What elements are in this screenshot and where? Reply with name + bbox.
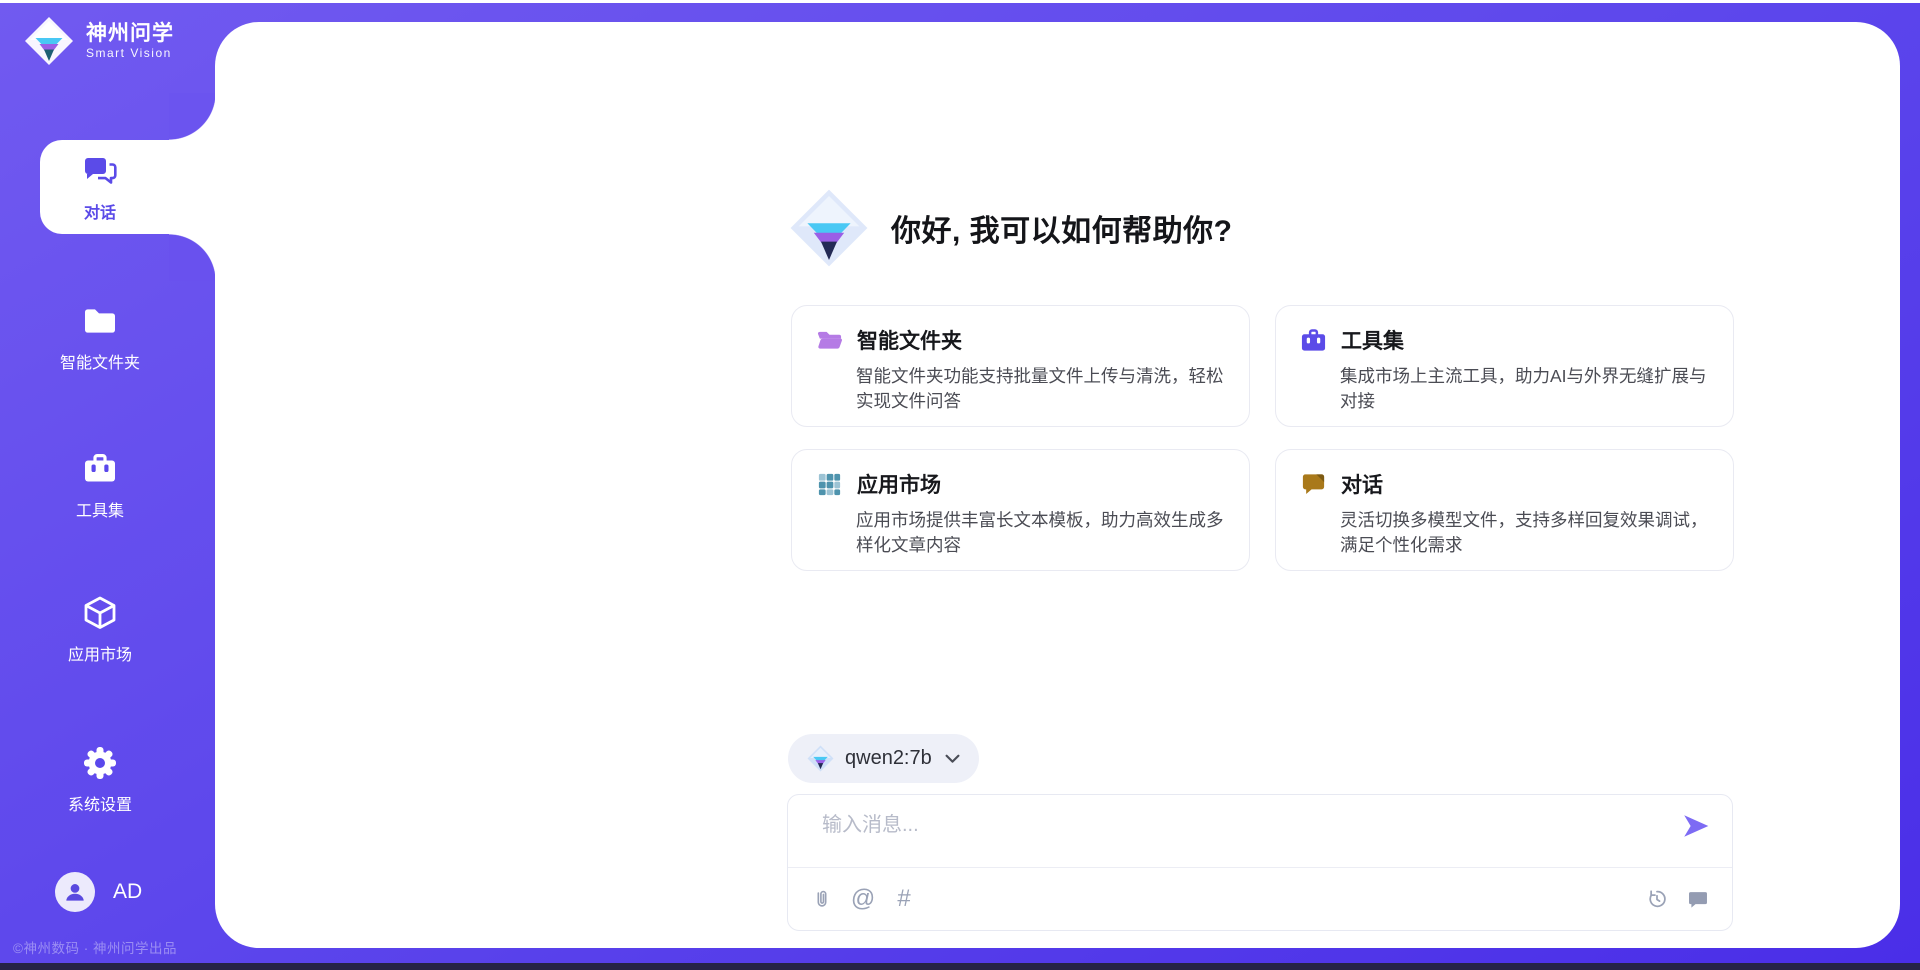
folder-open-icon (816, 327, 843, 354)
attachment-icon[interactable] (810, 887, 834, 911)
sidebar-item-smart-folder[interactable]: 智能文件夹 (0, 290, 200, 384)
toolbox-icon (81, 450, 119, 488)
app-grid-icon (816, 471, 843, 498)
user-account[interactable]: AD (55, 872, 142, 912)
brand-subtitle: Smart Vision (86, 46, 174, 60)
toolbox-icon (1300, 327, 1327, 354)
card-description: 智能文件夹功能支持批量文件上传与清洗，轻松实现文件问答 (856, 364, 1225, 414)
model-name: qwen2:7b (845, 747, 932, 770)
brand-diamond-icon (789, 188, 869, 268)
card-title: 对话 (1341, 469, 1383, 499)
brand-name: 神州问学 (86, 22, 174, 46)
composer-toolbar: @ # (788, 868, 1732, 930)
greeting-title: 你好, 我可以如何帮助你? (891, 206, 1233, 250)
greeting-block: 你好, 我可以如何帮助你? (789, 188, 1233, 268)
feedback-bubble-icon[interactable] (1686, 887, 1710, 911)
chat-icon (81, 152, 119, 190)
brand-block: 神州问学 Smart Vision (24, 16, 174, 66)
model-selector[interactable]: qwen2:7b (788, 734, 979, 783)
message-composer: @ # (787, 794, 1733, 931)
sidebar-item-label: 应用市场 (68, 641, 132, 665)
gear-icon (81, 744, 119, 782)
window-top-edge (0, 0, 1920, 3)
folder-icon (81, 302, 119, 340)
card-description: 灵活切换多模型文件，支持多样回复效果调试，满足个性化需求 (1340, 508, 1709, 558)
card-description: 集成市场上主流工具，助力AI与外界无缝扩展与对接 (1340, 364, 1709, 414)
sidebar-item-label: 智能文件夹 (60, 349, 140, 373)
card-toolset[interactable]: 工具集 集成市场上主流工具，助力AI与外界无缝扩展与对接 (1275, 305, 1734, 427)
feature-cards: 智能文件夹 智能文件夹功能支持批量文件上传与清洗，轻松实现文件问答 工具集 (791, 305, 1734, 571)
sidebar-item-label: 工具集 (76, 497, 124, 521)
main-panel: 你好, 我可以如何帮助你? 智能文件夹 智能文件夹功能支持批量文件上传与清洗，轻… (215, 22, 1900, 948)
user-initials: AD (113, 880, 142, 904)
card-title: 工具集 (1341, 325, 1404, 355)
card-smart-folder[interactable]: 智能文件夹 智能文件夹功能支持批量文件上传与清洗，轻松实现文件问答 (791, 305, 1250, 427)
avatar (55, 872, 95, 912)
card-app-market[interactable]: 应用市场 应用市场提供丰富长文本模板，助力高效生成多样化文章内容 (791, 449, 1250, 571)
send-button[interactable] (1680, 810, 1712, 842)
hashtag-icon[interactable]: # (892, 887, 916, 911)
sidebar-item-settings[interactable]: 系统设置 (0, 732, 200, 826)
history-icon[interactable] (1645, 887, 1669, 911)
chevron-down-icon (945, 754, 960, 764)
send-icon (1681, 811, 1711, 841)
chat-bubble-icon (1300, 471, 1327, 498)
sidebar-item-label: 对话 (84, 199, 116, 223)
message-input[interactable] (822, 808, 1622, 860)
app-window: 你好, 我可以如何帮助你? 智能文件夹 智能文件夹功能支持批量文件上传与清洗，轻… (0, 0, 1920, 970)
brand-diamond-icon (24, 16, 74, 66)
card-chat[interactable]: 对话 灵活切换多模型文件，支持多样回复效果调试，满足个性化需求 (1275, 449, 1734, 571)
sidebar: 神州问学 Smart Vision 对话 智能文件夹 (0, 0, 215, 970)
sidebar-item-label: 系统设置 (68, 791, 132, 815)
sidebar-item-chat[interactable]: 对话 (0, 140, 200, 234)
card-title: 应用市场 (857, 469, 941, 499)
card-description: 应用市场提供丰富长文本模板，助力高效生成多样化文章内容 (856, 508, 1225, 558)
person-icon (62, 879, 88, 905)
copyright-text: ©神州数码 · 神州问学出品 (13, 937, 177, 957)
window-bottom-edge (0, 963, 1920, 970)
sidebar-item-app-market[interactable]: 应用市场 (0, 582, 200, 676)
card-title: 智能文件夹 (857, 325, 962, 355)
cube-icon (81, 594, 119, 632)
mention-icon[interactable]: @ (851, 887, 875, 911)
model-brand-icon (807, 745, 834, 772)
sidebar-item-toolset[interactable]: 工具集 (0, 438, 200, 532)
